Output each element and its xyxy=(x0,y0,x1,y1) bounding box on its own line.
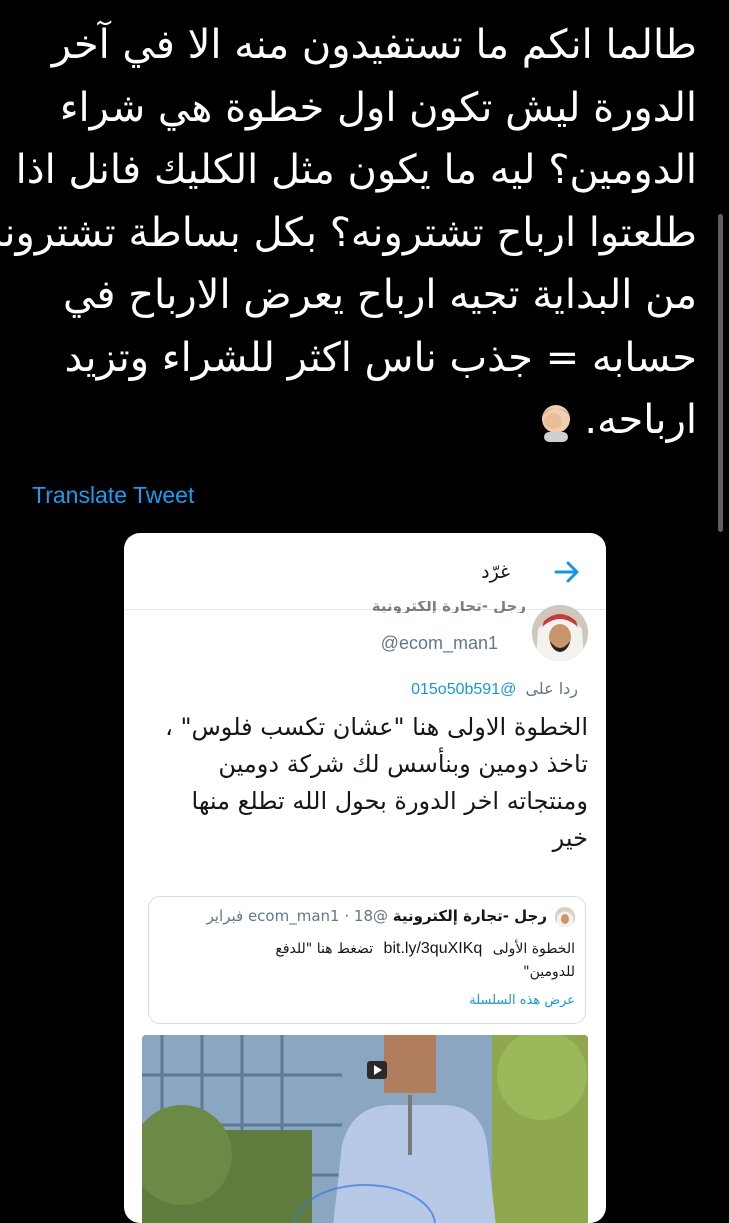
reply-mention[interactable]: @015o50b591 xyxy=(411,681,516,698)
card-header-title: غرّد xyxy=(481,561,510,583)
card-header: غرّد xyxy=(124,533,606,611)
tweet-line: من البداية تجيه ارباح يعرض الارباح في xyxy=(63,272,697,318)
embedded-screenshot-card: غرّد رجل -تجارة إلكترونية @ecom_man1 ردا… xyxy=(124,533,606,1223)
quoted-text-prefix: الخطوة الأولى xyxy=(492,941,575,957)
tweet-text: طالما انكم ما تستفيدون منه الا في آخر ال… xyxy=(0,14,697,452)
tweet-line: طالما انكم ما تستفيدون منه الا في آخر xyxy=(51,22,697,68)
tweet-line-text: ارباحه. xyxy=(584,397,697,443)
reply-tweet-body: الخطوة الاولى هنا "عشان تكسب فلوس" ، تاخ… xyxy=(138,709,588,857)
avatar[interactable] xyxy=(532,605,588,661)
quoted-header: رجل -تجارة إلكترونية @ecom_man1 · 18 فبر… xyxy=(207,907,547,925)
body-line: ومنتجاته اخر الدورة بحول الله تطلع منها xyxy=(191,787,589,815)
scrollbar[interactable] xyxy=(718,214,723,532)
divider xyxy=(124,609,606,610)
quoted-link[interactable]: bit.ly/3quXIKq xyxy=(384,940,483,957)
tweet-line: الدورة ليش تكون اول خطوة هي شراء xyxy=(59,84,697,131)
quoted-tweet[interactable]: رجل -تجارة إلكترونية @ecom_man1 · 18 فبر… xyxy=(148,896,586,1024)
translate-tweet-link[interactable]: Translate Tweet xyxy=(32,482,194,509)
author-name: رجل -تجارة إلكترونية xyxy=(371,601,526,613)
arrow-icon[interactable] xyxy=(552,557,582,587)
quoted-separator: · xyxy=(344,907,350,925)
avatar-image xyxy=(532,605,588,661)
tweet-line: طلعتوا ارباح تشترونه؟ بكل بساطة تشترونه xyxy=(0,209,697,256)
body-line: تاخذ دومين وبنأسس لك شركة دومين xyxy=(218,750,588,778)
quoted-text-line2: للدومين" xyxy=(523,964,575,980)
quoted-author-name: رجل -تجارة إلكترونية xyxy=(392,907,547,925)
quoted-avatar xyxy=(555,907,575,927)
author-handle[interactable]: @ecom_man1 xyxy=(381,633,498,654)
body-line: الخطوة الاولى هنا "عشان تكسب فلوس" ، xyxy=(165,713,588,741)
show-thread-link[interactable]: عرض هذه السلسلة xyxy=(469,993,575,1008)
quoted-avatar-image xyxy=(555,907,575,927)
media-preview[interactable] xyxy=(142,1035,588,1223)
media-image xyxy=(142,1035,588,1223)
tweet-last-line: ارباحه. xyxy=(27,389,697,452)
quoted-text-suffix: تضغط هنا "للدفع xyxy=(275,941,374,957)
tweet-line: حسابه = جذب ناس اكثر للشراء وتزيد xyxy=(64,334,697,381)
quoted-body: الخطوة الأولى bit.ly/3quXIKq تضغط هنا "ل… xyxy=(165,937,575,984)
body-line: خير xyxy=(552,824,588,852)
tweet-line: الدومين؟ ليه ما يكون مثل الكليك فانل اذا xyxy=(15,147,697,193)
reply-prefix: ردا على xyxy=(525,679,578,698)
reply-context: ردا على @015o50b591 xyxy=(411,679,578,699)
facepalm-emoji-icon xyxy=(542,405,571,442)
